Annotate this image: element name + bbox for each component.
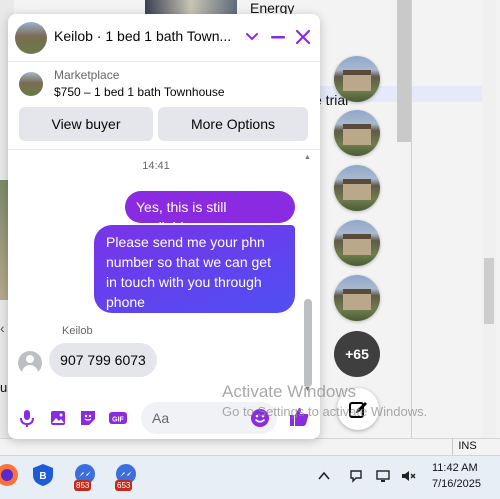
right-scrollbar[interactable] [482, 0, 496, 440]
firefox-icon[interactable] [0, 462, 20, 488]
microphone-icon[interactable] [17, 408, 37, 428]
message-list: 14:41 Yes, this is still available Pleas… [8, 151, 320, 399]
chevron-down-icon[interactable] [244, 28, 260, 44]
chat-header[interactable]: Keilob · 1 bed 1 bath Town... [8, 14, 320, 62]
view-buyer-button[interactable]: View buyer [19, 107, 153, 141]
scroll-up-arrow-icon[interactable]: ▲ [304, 154, 311, 161]
outgoing-message[interactable]: Please send me your phn number so that w… [94, 225, 295, 313]
gif-icon[interactable]: GIF [108, 408, 128, 428]
chevron-up-icon[interactable] [316, 468, 332, 484]
more-chats-button[interactable]: +65 [334, 331, 380, 377]
right-scrollbar-thumb[interactable] [484, 258, 494, 324]
chat-head-avatar[interactable] [334, 220, 380, 266]
chat-window: Keilob · 1 bed 1 bath Town... Marketplac… [8, 14, 320, 439]
listing-thumbnail[interactable] [19, 72, 43, 96]
message-scrollbar[interactable]: ▲ ▼ [302, 154, 314, 398]
message-timestamp: 14:41 [142, 160, 170, 172]
minimize-icon[interactable] [270, 28, 286, 46]
svg-text:GIF: GIF [112, 417, 124, 424]
clock-date[interactable]: 7/16/2025 [432, 478, 481, 490]
insert-mode-indicator: INS [452, 438, 482, 455]
background-fragment: u [0, 380, 8, 395]
svg-text:B: B [39, 471, 46, 482]
chat-head-avatar[interactable] [334, 165, 380, 211]
chevron-left-icon[interactable]: ‹ [0, 320, 5, 336]
network-icon[interactable] [375, 468, 391, 484]
notification-badge: 853 [74, 480, 92, 491]
window-divider [411, 0, 412, 445]
chat-head-avatar[interactable] [334, 56, 380, 102]
shield-app-icon[interactable]: B [30, 462, 56, 488]
volume-muted-icon[interactable] [400, 468, 416, 484]
close-icon[interactable] [294, 28, 312, 46]
background-scrollbar[interactable] [397, 0, 411, 142]
sticker-icon[interactable] [78, 408, 98, 428]
chat-head-avatar[interactable] [334, 110, 380, 156]
clock-time[interactable]: 11:42 AM [432, 462, 478, 474]
activate-windows-title: Activate Windows [222, 382, 357, 401]
conversation-title[interactable]: Keilob · 1 bed 1 bath Town... [54, 28, 234, 44]
sender-avatar[interactable] [18, 351, 42, 375]
sender-name: Keilob [62, 325, 93, 337]
touchpad-icon[interactable] [348, 468, 364, 484]
status-bar [0, 438, 500, 455]
marketplace-label: Marketplace [54, 68, 120, 82]
marketplace-listing: Marketplace $750 – 1 bed 1 bath Townhous… [8, 62, 320, 150]
notification-badge: 653 [115, 480, 133, 491]
listing-title[interactable]: $750 – 1 bed 1 bath Townhouse [54, 85, 225, 99]
outgoing-message[interactable]: Yes, this is still available [125, 191, 295, 235]
activate-windows-subtitle: Go to Settings to activate Windows. [222, 404, 428, 419]
message-scrollbar-thumb[interactable] [304, 299, 312, 387]
more-options-button[interactable]: More Options [158, 107, 308, 141]
chat-head-avatar[interactable] [334, 275, 380, 321]
conversation-avatar[interactable] [15, 22, 47, 54]
photo-icon[interactable] [48, 408, 68, 428]
incoming-message[interactable]: 907 799 6073 [49, 343, 157, 377]
